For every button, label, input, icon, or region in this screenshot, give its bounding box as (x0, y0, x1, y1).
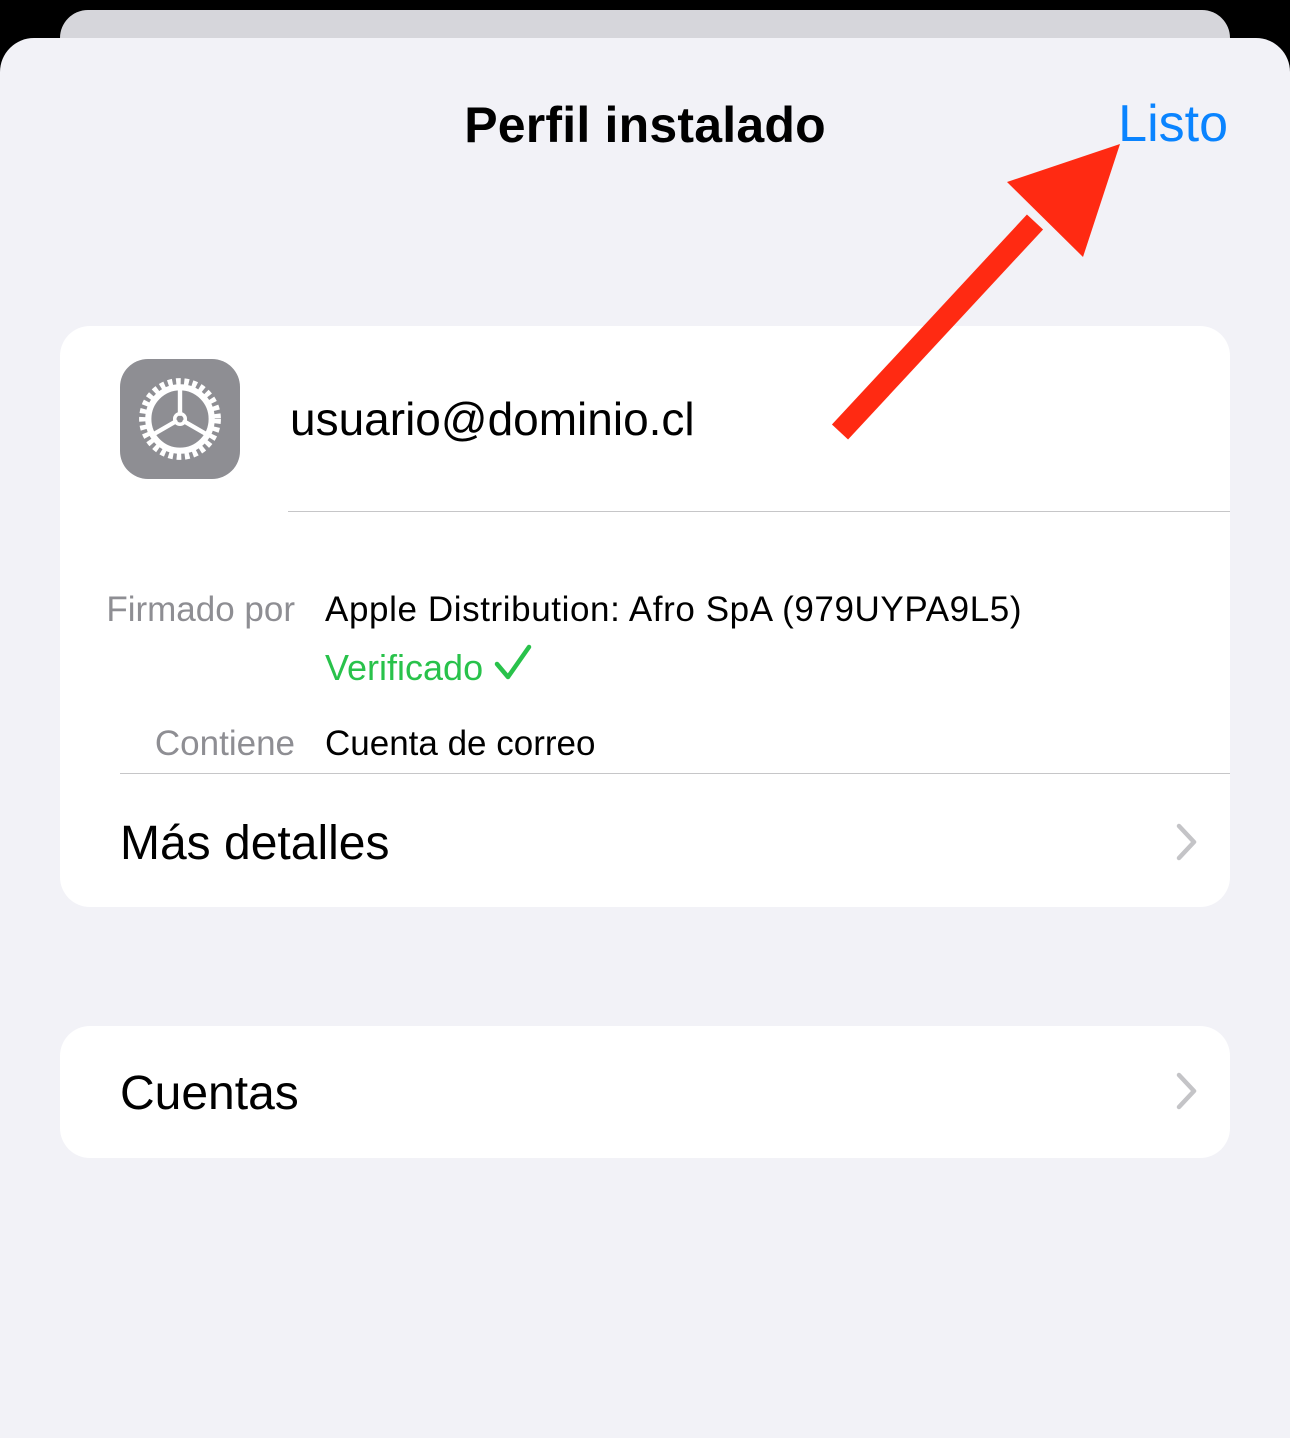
profile-name: usuario@dominio.cl (290, 393, 695, 445)
profile-sheet: Perfil instalado Listo usuario@dominio.c… (0, 38, 1290, 1438)
signed-by-label: Firmado por (106, 590, 295, 629)
verified-status: Verificado (325, 644, 533, 689)
checkmark-icon (494, 644, 532, 680)
contains-value: Cuenta de correo (325, 724, 596, 763)
done-button[interactable]: Listo (1118, 94, 1228, 154)
more-details-row[interactable]: Más detalles (120, 816, 389, 871)
profile-card: usuario@dominio.cl Firmado por Apple Dis… (60, 326, 1230, 907)
contains-label: Contiene (154, 724, 295, 763)
settings-gear-icon (120, 359, 240, 479)
divider (288, 511, 1230, 512)
signed-by-value: Apple Distribution: Afro SpA (979UYPA9L5… (325, 590, 1023, 629)
verified-label: Verificado (325, 647, 484, 688)
chevron-right-icon (1176, 1072, 1197, 1110)
divider (120, 773, 1230, 774)
accounts-card[interactable]: Cuentas (60, 1026, 1230, 1158)
accounts-row[interactable]: Cuentas (120, 1066, 299, 1121)
page-title: Perfil instalado (464, 97, 826, 153)
chevron-right-icon (1176, 823, 1197, 861)
